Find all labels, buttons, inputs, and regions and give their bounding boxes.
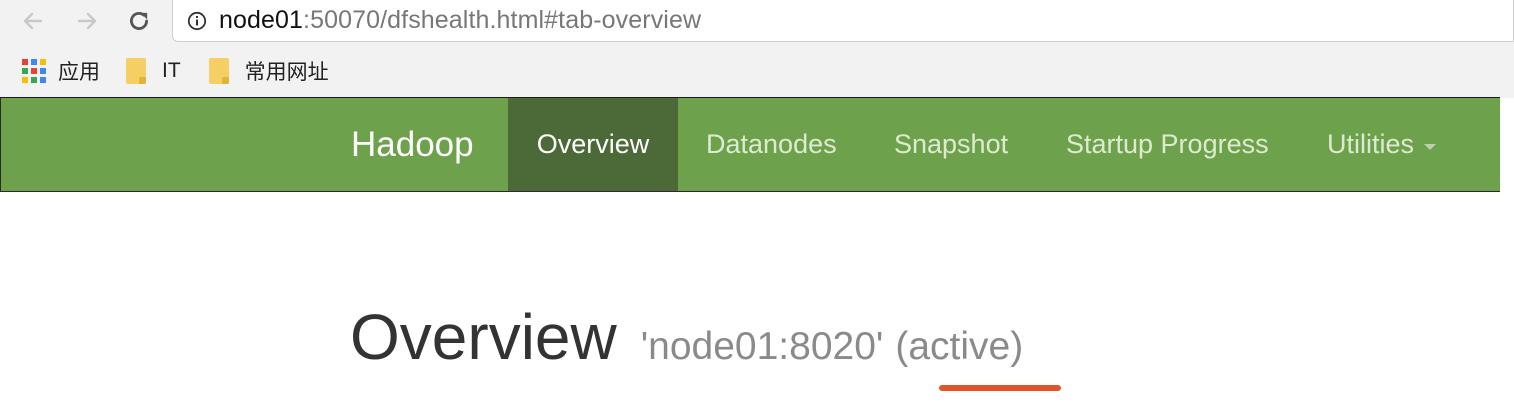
bookmark-label: 应用 — [58, 61, 100, 84]
browser-chrome: node01:50070/dfshealth.html#tab-overview… — [0, 0, 1514, 98]
address-row: node01:50070/dfshealth.html#tab-overview — [0, 0, 1514, 45]
page-header: Overview 'node01:8020' (active) — [350, 300, 1023, 380]
nav-snapshot[interactable]: Snapshot — [894, 98, 1008, 191]
address-bar[interactable]: node01:50070/dfshealth.html#tab-overview — [172, 0, 1514, 42]
url-host: node01 — [219, 6, 304, 34]
nav-overview[interactable]: Overview — [508, 98, 678, 191]
info-icon[interactable] — [187, 11, 207, 31]
arrow-left-icon — [23, 12, 43, 30]
bookmark-common-sites[interactable]: 常用网址 — [208, 51, 329, 91]
reload-button[interactable] — [122, 4, 156, 38]
folder-icon — [126, 58, 146, 84]
folder-icon — [208, 58, 229, 84]
namenode-address: 'node01:8020' — [640, 325, 884, 368]
url-path: :50070/dfshealth.html#tab-overview — [303, 6, 702, 34]
namenode-status: (active) — [895, 325, 1024, 368]
nav-utilities-label: Utilities — [1327, 129, 1415, 159]
reload-icon — [130, 12, 148, 30]
apps-grid-icon — [22, 59, 46, 83]
hadoop-navbar: Hadoop Overview Datanodes Snapshot Start… — [0, 98, 1500, 192]
forward-button[interactable] — [70, 4, 104, 38]
nav-datanodes[interactable]: Datanodes — [706, 98, 837, 191]
url-text[interactable]: node01:50070/dfshealth.html#tab-overview — [219, 6, 701, 35]
bookmark-apps[interactable]: 应用 — [22, 51, 100, 91]
navbar-brand[interactable]: Hadoop — [351, 98, 474, 192]
page-title: Overview — [350, 301, 617, 373]
arrow-right-icon — [77, 12, 97, 30]
bookmark-it[interactable]: IT — [126, 51, 181, 91]
bookmarks-bar: 应用 IT 常用网址 — [0, 45, 1514, 97]
status-highlight-underline — [939, 385, 1061, 391]
bookmark-label: IT — [162, 59, 181, 82]
bookmark-label: 常用网址 — [244, 61, 329, 84]
caret-down-icon — [1424, 143, 1437, 150]
back-button[interactable] — [16, 4, 50, 38]
nav-startup-progress[interactable]: Startup Progress — [1066, 98, 1269, 191]
nav-utilities[interactable]: Utilities — [1327, 98, 1437, 191]
